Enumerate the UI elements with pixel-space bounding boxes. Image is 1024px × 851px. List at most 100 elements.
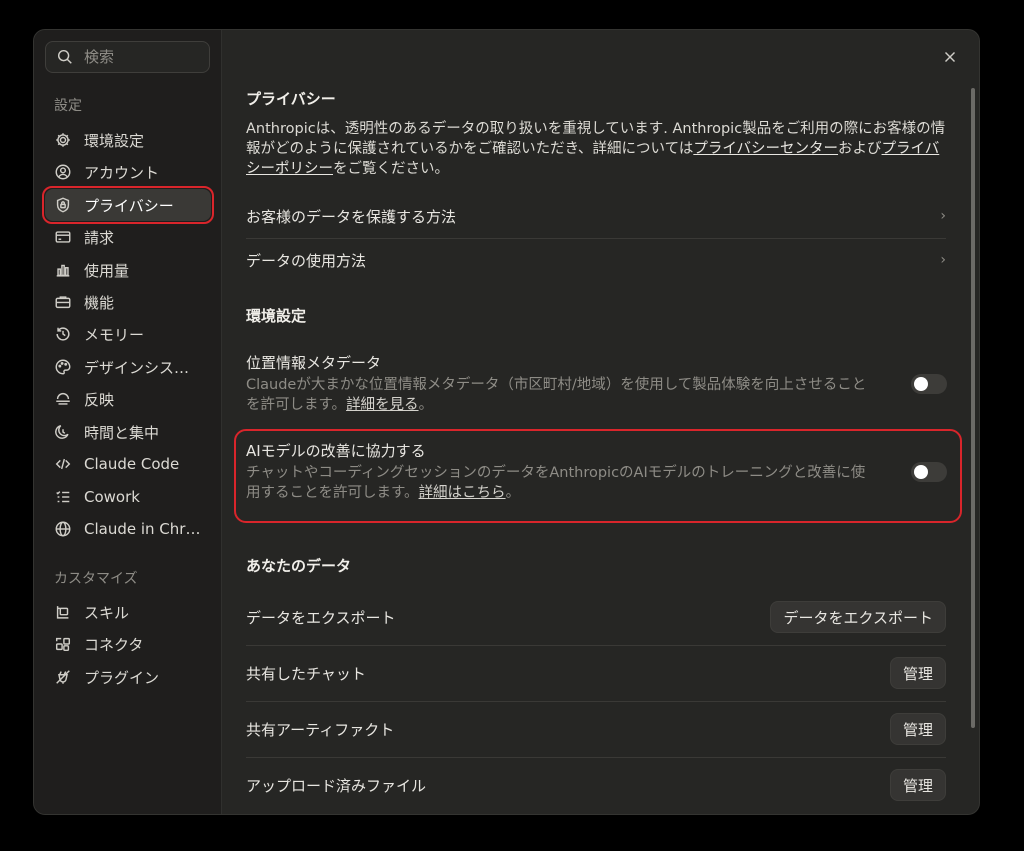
sidebar-item-reflection[interactable]: 反映 xyxy=(45,383,211,415)
model-training-learn-more-link[interactable]: 詳細はこちら xyxy=(419,485,506,501)
sidebar-item-claude-code[interactable]: Claude Code xyxy=(45,448,211,480)
sidebar-item-time-focus[interactable]: 時間と集中 xyxy=(45,416,211,448)
sidebar-item-billing[interactable]: 請求 xyxy=(45,221,211,253)
model-training-desc: チャットやコーディングセッションのデータをAnthropicのAIモデルのトレー… xyxy=(246,463,876,503)
sidebar-item-usage[interactable]: 使用量 xyxy=(45,254,211,286)
divider xyxy=(246,645,946,646)
shield-lock-icon xyxy=(54,196,72,214)
sidebar-item-preferences[interactable]: 環境設定 xyxy=(45,124,211,156)
sidebar-item-cowork[interactable]: Cowork xyxy=(45,481,211,513)
privacy-heading: プライバシー xyxy=(246,90,336,108)
privacy-intro: Anthropicは、透明性のあるデータの取り扱いを重視しています. Anthr… xyxy=(246,119,946,179)
sidebar-item-label: アカウント xyxy=(84,163,160,182)
location-desc-suffix: 。 xyxy=(418,397,434,413)
sidebar-item-connectors[interactable]: コネクタ xyxy=(45,628,211,660)
sidebar-item-label: コネクタ xyxy=(84,635,144,654)
code-icon xyxy=(54,455,72,473)
data-row-uploaded-files: アップロード済みファイル 管理 xyxy=(246,768,946,802)
model-training-toggle[interactable] xyxy=(911,462,947,482)
model-training-desc-suffix: 。 xyxy=(505,485,521,501)
settings-sidebar: 設定 環境設定 アカウント プライバシー 請求 使用量 機能 メモリー xyxy=(34,30,222,814)
model-training-title: AIモデルの改善に協力する xyxy=(246,442,426,460)
scrollbar[interactable] xyxy=(971,88,975,728)
divider xyxy=(246,701,946,702)
preferences-heading: 環境設定 xyxy=(246,307,307,325)
data-row-label: アップロード済みファイル xyxy=(246,776,427,795)
privacy-settings-panel: プライバシー Anthropicは、透明性のあるデータの取り扱いを重視しています… xyxy=(222,30,979,814)
link-row-data-usage[interactable]: データの使用方法 › xyxy=(246,246,946,274)
manage-shared-chats-button[interactable]: 管理 xyxy=(889,657,946,689)
sidebar-item-label: スキル xyxy=(84,603,130,622)
sidebar-item-plugins[interactable]: プラグイン xyxy=(45,661,211,693)
sidebar-item-label: プライバシー xyxy=(84,196,174,215)
link-row-label: データの使用方法 xyxy=(246,251,367,270)
moon-clock-icon xyxy=(54,423,72,441)
bar-chart-icon xyxy=(54,261,72,279)
sidebar-item-privacy[interactable]: プライバシー xyxy=(42,186,214,224)
toolbox-icon xyxy=(54,293,72,311)
sidebar-item-skills[interactable]: スキル xyxy=(45,596,211,628)
divider xyxy=(246,757,946,758)
sidebar-item-label: メモリー xyxy=(84,325,145,344)
search-box[interactable] xyxy=(45,41,210,73)
sidebar-item-label: 請求 xyxy=(84,228,115,247)
settings-window: 設定 環境設定 アカウント プライバシー 請求 使用量 機能 メモリー xyxy=(33,29,980,815)
close-button[interactable] xyxy=(939,46,961,68)
chevron-right-icon: › xyxy=(940,208,946,224)
divider xyxy=(246,238,946,239)
location-desc-text: Claudeが大まかな位置情報メタデータ（市区町村/地域）を使用して製品体験を向… xyxy=(246,377,867,413)
manage-shared-artifacts-button[interactable]: 管理 xyxy=(889,713,946,745)
reflection-icon xyxy=(54,390,72,408)
link-row-label: お客様のデータを保護する方法 xyxy=(246,207,457,226)
privacy-intro-text-2: および xyxy=(838,141,882,157)
sidebar-item-label: 時間と集中 xyxy=(84,423,160,442)
connector-icon xyxy=(54,635,72,653)
checklist-icon xyxy=(54,488,72,506)
sidebar-item-label: 使用量 xyxy=(84,261,130,280)
sidebar-item-label: Claude in Chr… xyxy=(84,520,201,538)
your-data-heading: あなたのデータ xyxy=(246,557,352,575)
manage-uploaded-files-button[interactable]: 管理 xyxy=(889,769,946,801)
credit-card-icon xyxy=(54,228,72,246)
history-icon xyxy=(54,325,72,343)
skill-icon xyxy=(54,603,72,621)
sidebar-item-label: Cowork xyxy=(84,488,140,506)
sidebar-item-label: Claude Code xyxy=(84,455,180,473)
data-row-shared-artifacts: 共有アーティファクト 管理 xyxy=(246,712,946,746)
user-circle-icon xyxy=(54,163,72,181)
data-row-shared-chats: 共有したチャット 管理 xyxy=(246,656,946,690)
sidebar-item-label: 機能 xyxy=(84,293,115,312)
sidebar-section-customize: カスタマイズ xyxy=(54,571,138,587)
export-data-button[interactable]: データをエクスポート xyxy=(770,601,946,633)
gear-icon xyxy=(54,131,72,149)
sidebar-item-features[interactable]: 機能 xyxy=(45,286,211,318)
globe-icon xyxy=(54,520,72,538)
data-row-label: データをエクスポート xyxy=(246,608,396,627)
search-input[interactable] xyxy=(84,48,194,66)
close-icon xyxy=(941,48,959,66)
sidebar-item-account[interactable]: アカウント xyxy=(45,156,211,188)
sidebar-item-claude-in-chrome[interactable]: Claude in Chr… xyxy=(45,513,211,545)
sidebar-section-settings: 設定 xyxy=(54,98,82,114)
location-metadata-toggle[interactable] xyxy=(911,374,947,394)
palette-icon xyxy=(54,358,72,376)
privacy-intro-text-3: をご覧ください。 xyxy=(333,161,449,177)
data-row-label: 共有アーティファクト xyxy=(246,720,395,739)
plug-icon xyxy=(54,668,72,686)
sidebar-item-label: デザインシス… xyxy=(84,358,190,377)
sidebar-item-memory[interactable]: メモリー xyxy=(45,318,211,350)
data-row-label: 共有したチャット xyxy=(246,664,366,683)
location-metadata-title: 位置情報メタデータ xyxy=(246,354,382,372)
chevron-right-icon: › xyxy=(940,252,946,268)
link-row-data-protection[interactable]: お客様のデータを保護する方法 › xyxy=(246,202,946,230)
location-learn-more-link[interactable]: 詳細を見る xyxy=(346,397,419,413)
model-training-desc-text: チャットやコーディングセッションのデータをAnthropicのAIモデルのトレー… xyxy=(246,465,866,501)
sidebar-item-label: 環境設定 xyxy=(84,131,145,150)
location-metadata-desc: Claudeが大まかな位置情報メタデータ（市区町村/地域）を使用して製品体験を向… xyxy=(246,375,876,415)
privacy-center-link[interactable]: プライバシーセンター xyxy=(693,141,838,157)
search-icon xyxy=(56,48,74,66)
sidebar-item-label: 反映 xyxy=(84,390,115,409)
data-row-export: データをエクスポート データをエクスポート xyxy=(246,600,946,634)
sidebar-item-label: プラグイン xyxy=(84,668,160,687)
sidebar-item-design-system[interactable]: デザインシス… xyxy=(45,351,211,383)
